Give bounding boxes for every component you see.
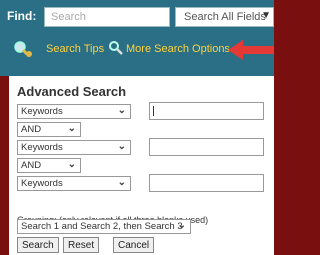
advanced-search-title: Advanced Search [17,84,127,99]
more-options-icon[interactable] [108,40,124,56]
field-select-1[interactable]: Keywords ⌄ [17,104,131,119]
reset-button[interactable]: Reset [63,237,100,253]
chevron-down-icon: ⌄ [177,220,186,231]
search-input[interactable] [44,7,170,27]
grouping-select[interactable]: Search 1 and Search 2, then Search 3 ⌄ [17,219,191,234]
search-scope-select[interactable]: Search All Fields ▼ [175,7,274,27]
chevron-down-icon: ⌄ [67,159,76,170]
field-select-1-value: Keywords [21,106,63,117]
boolean-operator-value-1: AND [21,124,42,135]
search-header: Find: Search All Fields ▼ Search Tips Mo… [0,0,274,76]
search-term-input-1[interactable] [149,102,264,120]
boolean-operator-select-2[interactable]: AND ⌄ [17,158,81,173]
field-select-2[interactable]: Keywords ⌄ [17,140,131,155]
field-select-3[interactable]: Keywords ⌄ [17,176,131,191]
more-search-options-link[interactable]: More Search Options [126,43,230,55]
find-label: Find: [7,9,37,23]
chevron-down-icon: ▼ [261,10,271,21]
chevron-down-icon: ⌄ [67,123,76,134]
advanced-search-panel: Advanced Search Keywords ⌄ AND ⌄ Keyword… [9,76,274,255]
grouping-select-value: Search 1 and Search 2, then Search 3 [21,221,183,232]
field-select-3-value: Keywords [21,178,63,189]
search-tips-icon[interactable] [11,40,35,58]
search-button[interactable]: Search [17,237,59,253]
field-select-2-value: Keywords [21,142,63,153]
search-scope-value: Search All Fields [184,11,266,23]
search-term-input-3[interactable] [149,174,264,192]
chevron-down-icon: ⌄ [117,177,126,188]
search-tips-link[interactable]: Search Tips [46,43,104,55]
chevron-down-icon: ⌄ [117,141,126,152]
boolean-operator-select-1[interactable]: AND ⌄ [17,122,81,137]
cancel-button[interactable]: Cancel [113,237,155,253]
boolean-operator-value-2: AND [21,160,42,171]
red-arrow-icon [228,40,274,60]
chevron-down-icon: ⌄ [117,105,126,116]
text-cursor [153,106,154,116]
search-term-input-2[interactable] [149,138,264,156]
